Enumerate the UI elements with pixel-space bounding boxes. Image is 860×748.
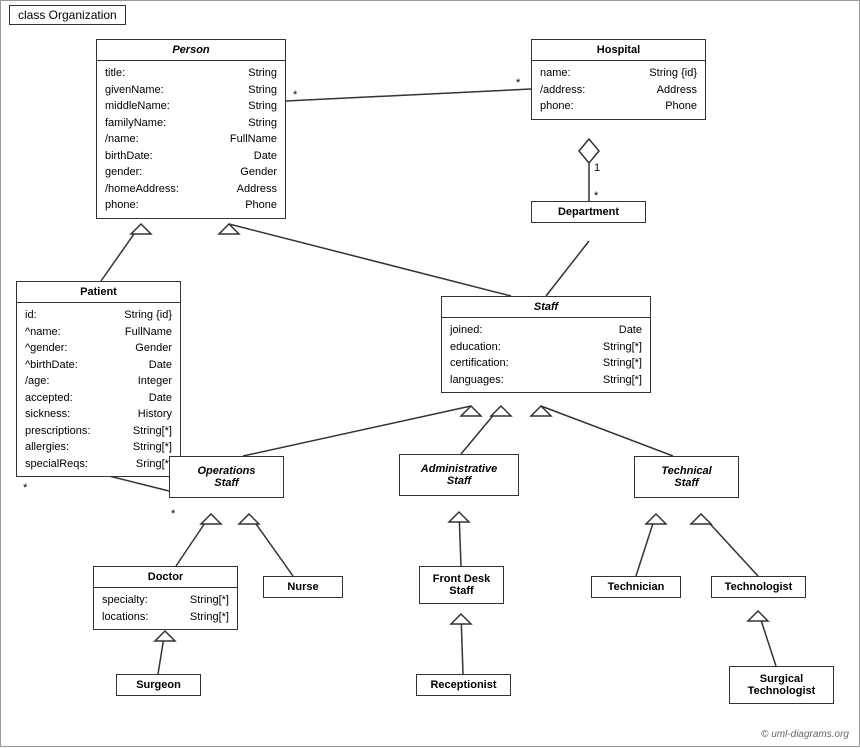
staff-class: Staff joined:Date education:String[*] ce… — [441, 296, 651, 393]
doctor-title: Doctor — [94, 567, 237, 588]
svg-text:1: 1 — [594, 162, 600, 174]
admin-staff-class: AdministrativeStaff — [399, 454, 519, 496]
copyright: © uml-diagrams.org — [761, 729, 849, 740]
operations-staff-title: OperationsStaff — [170, 457, 283, 497]
technologist-class: Technologist — [711, 576, 806, 598]
hospital-class: Hospital name:String {id} /address:Addre… — [531, 39, 706, 120]
staff-body: joined:Date education:String[*] certific… — [442, 318, 650, 392]
doctor-body: specialty:String[*] locations:String[*] — [94, 588, 237, 629]
doctor-class: Doctor specialty:String[*] locations:Str… — [93, 566, 238, 630]
hospital-body: name:String {id} /address:Address phone:… — [532, 61, 705, 119]
department-title: Department — [532, 202, 645, 222]
surgeon-title: Surgeon — [117, 675, 200, 695]
svg-text:*: * — [171, 508, 176, 520]
front-desk-class: Front DeskStaff — [419, 566, 504, 604]
person-class: Person title:String givenName:String mid… — [96, 39, 286, 219]
nurse-class: Nurse — [263, 576, 343, 598]
front-desk-title: Front DeskStaff — [420, 567, 503, 603]
patient-class: Patient id:String {id} ^name:FullName ^g… — [16, 281, 181, 477]
person-body: title:String givenName:String middleName… — [97, 61, 285, 218]
technical-staff-class: TechnicalStaff — [634, 456, 739, 498]
svg-text:*: * — [516, 77, 521, 89]
admin-staff-title: AdministrativeStaff — [400, 455, 518, 495]
receptionist-title: Receptionist — [417, 675, 510, 695]
technician-class: Technician — [591, 576, 681, 598]
nurse-title: Nurse — [264, 577, 342, 597]
operations-staff-class: OperationsStaff — [169, 456, 284, 498]
surgical-technologist-title: SurgicalTechnologist — [730, 667, 833, 703]
technical-staff-title: TechnicalStaff — [635, 457, 738, 497]
receptionist-class: Receptionist — [416, 674, 511, 696]
diagram-container: class Organization * * 1 * * * — [0, 0, 860, 747]
person-title: Person — [97, 40, 285, 61]
surgical-technologist-class: SurgicalTechnologist — [729, 666, 834, 704]
technologist-title: Technologist — [712, 577, 805, 597]
patient-body: id:String {id} ^name:FullName ^gender:Ge… — [17, 303, 180, 476]
staff-title: Staff — [442, 297, 650, 318]
technician-title: Technician — [592, 577, 680, 597]
department-class: Department — [531, 201, 646, 223]
svg-text:*: * — [293, 89, 298, 101]
hospital-title: Hospital — [532, 40, 705, 61]
patient-title: Patient — [17, 282, 180, 303]
diagram-title: class Organization — [9, 5, 126, 25]
svg-text:*: * — [23, 482, 28, 494]
surgeon-class: Surgeon — [116, 674, 201, 696]
